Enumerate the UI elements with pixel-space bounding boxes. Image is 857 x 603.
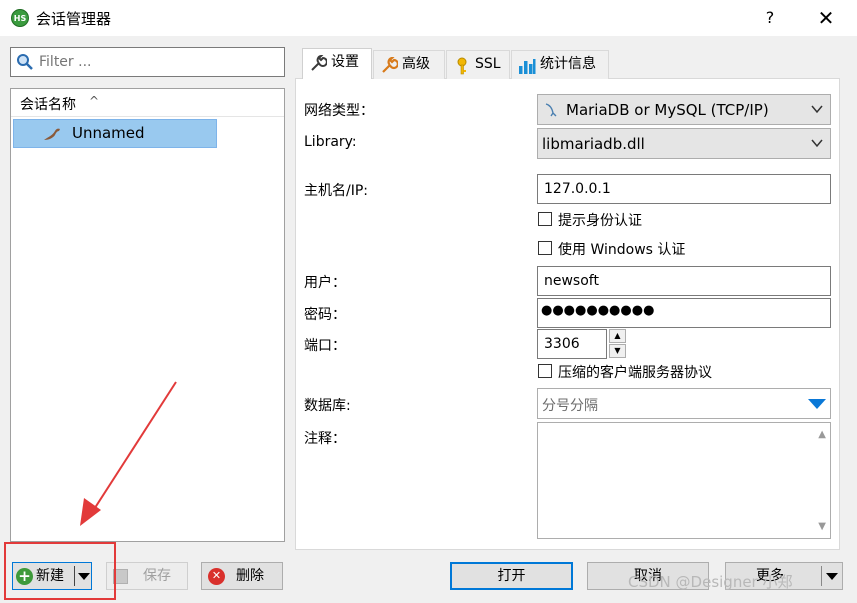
- tab-settings[interactable]: 设置: [302, 48, 372, 79]
- compress-label: 压缩的客户端服务器协议: [558, 365, 712, 381]
- database-combo[interactable]: 分号分隔: [537, 388, 831, 419]
- network-type-value: MariaDB or MySQL (TCP/IP): [566, 101, 769, 119]
- sort-ascending-icon: ^: [89, 94, 100, 108]
- port-spin-up-button[interactable]: ▲: [609, 329, 626, 343]
- tab-ssl-label: SSL: [475, 56, 501, 72]
- windows-auth-label: 使用 Windows 认证: [558, 242, 686, 258]
- session-item-label: Unnamed: [72, 124, 145, 142]
- split-divider: [821, 566, 822, 586]
- compress-checkbox[interactable]: [538, 364, 552, 378]
- key-icon: [457, 57, 467, 75]
- highlight-box: [4, 542, 116, 600]
- column-header-label: 会话名称: [20, 97, 76, 113]
- host-label: 主机名/IP:: [304, 183, 369, 199]
- watermark: CSDN @Designer 小郑: [628, 573, 793, 591]
- delete-button-label: 删除: [236, 568, 264, 584]
- network-type-select[interactable]: MariaDB or MySQL (TCP/IP): [537, 94, 831, 125]
- network-type-label: 网络类型：: [304, 103, 374, 119]
- port-input[interactable]: [542, 334, 604, 354]
- dialog-client-area: 会话名称 ^ Unnamed 设置 高级: [0, 36, 857, 603]
- open-button[interactable]: 打开: [450, 562, 573, 590]
- scroll-down-icon[interactable]: ▼: [818, 521, 826, 532]
- password-label: 密码：: [304, 307, 346, 323]
- app-logo-icon: HS: [11, 9, 29, 27]
- prompt-auth-label: 提示身份认证: [558, 213, 642, 229]
- tab-ssl[interactable]: SSL: [446, 50, 510, 79]
- dropdown-arrow-icon[interactable]: [808, 399, 826, 409]
- port-field[interactable]: [537, 329, 607, 359]
- comment-label: 注释：: [304, 431, 346, 447]
- save-button[interactable]: 保存: [106, 562, 188, 590]
- session-tree[interactable]: 会话名称 ^ Unnamed: [10, 88, 285, 542]
- more-dropdown-arrow-icon[interactable]: [826, 573, 838, 580]
- filter-input[interactable]: [37, 51, 277, 73]
- tab-advanced-label: 高级: [402, 56, 430, 72]
- library-select[interactable]: libmariadb.dll: [537, 128, 831, 159]
- host-input[interactable]: [542, 179, 805, 199]
- password-field[interactable]: ●●●●●●●●●●: [537, 298, 831, 328]
- library-label: Library:: [304, 134, 357, 150]
- delete-button[interactable]: ✕ 删除: [201, 562, 283, 590]
- close-button[interactable]: ✕: [806, 4, 846, 32]
- database-label: 数据库:: [304, 398, 351, 414]
- dolphin-icon: [545, 103, 557, 117]
- user-input[interactable]: [542, 271, 805, 291]
- password-mask: ●●●●●●●●●●: [541, 303, 655, 318]
- port-spin-down-button[interactable]: ▼: [609, 344, 626, 358]
- tab-statistics[interactable]: 统计信息: [511, 50, 609, 79]
- prompt-auth-checkbox[interactable]: [538, 212, 552, 226]
- port-label: 端口：: [304, 338, 346, 354]
- scroll-up-icon[interactable]: ▲: [818, 429, 826, 440]
- search-icon: [17, 54, 33, 70]
- database-placeholder: 分号分隔: [542, 398, 598, 414]
- session-item-unnamed[interactable]: Unnamed: [13, 119, 217, 148]
- save-button-label: 保存: [143, 568, 171, 584]
- tab-advanced[interactable]: 高级: [373, 50, 445, 79]
- wrench-orange-icon: [382, 57, 398, 73]
- title-bar: HS 会话管理器 ? ✕: [0, 0, 857, 36]
- windows-auth-checkbox[interactable]: [538, 241, 552, 255]
- tree-column-header[interactable]: 会话名称 ^: [11, 89, 284, 117]
- user-field[interactable]: [537, 266, 831, 296]
- wrench-icon: [311, 55, 327, 71]
- help-button[interactable]: ?: [750, 4, 790, 32]
- host-field[interactable]: [537, 174, 831, 204]
- user-label: 用户：: [304, 275, 346, 291]
- mariadb-seal-icon: [44, 128, 60, 140]
- bar-chart-icon: [519, 59, 536, 74]
- chevron-down-icon: [811, 139, 823, 148]
- filter-box[interactable]: [10, 47, 285, 77]
- window-title: 会话管理器: [36, 10, 112, 28]
- chevron-down-icon: [811, 105, 823, 114]
- tab-settings-label: 设置: [331, 54, 359, 70]
- tab-statistics-label: 统计信息: [540, 56, 596, 72]
- comment-textarea[interactable]: ▲ ▼: [537, 422, 831, 539]
- delete-x-icon: ✕: [208, 568, 225, 585]
- library-value: libmariadb.dll: [542, 135, 645, 153]
